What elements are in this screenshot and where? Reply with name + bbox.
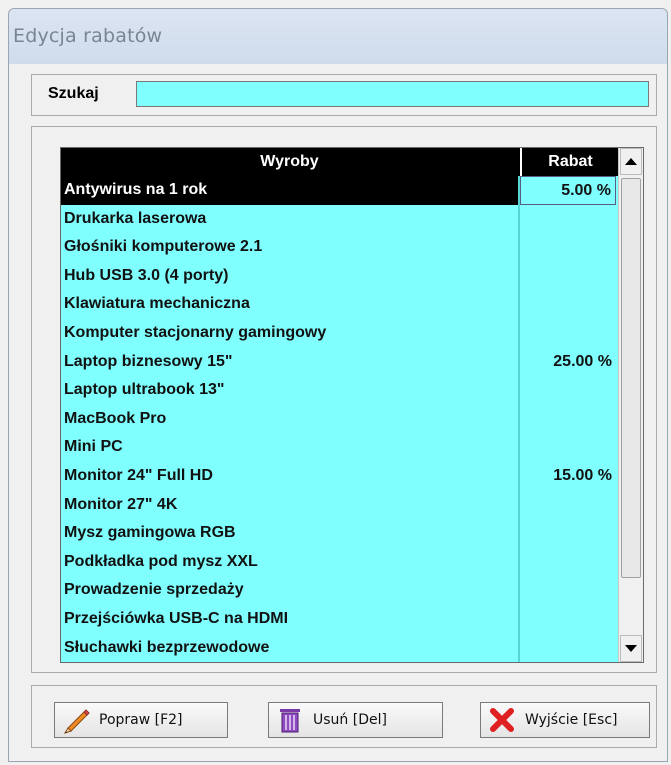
table-row[interactable]: Antywirus na 1 rok 5.00 %: [61, 176, 619, 205]
table-row[interactable]: Hub USB 3.0 (4 porty): [61, 262, 619, 291]
edit-button-label: Popraw [F2]: [99, 712, 183, 728]
discount-cell[interactable]: 25.00 %: [520, 348, 616, 377]
trash-icon: [275, 705, 305, 735]
arrow-up-icon: [625, 158, 637, 165]
delete-button-label: Usuń [Del]: [313, 712, 387, 728]
table-row[interactable]: Głośniki komputerowe 2.1: [61, 233, 619, 262]
scroll-up-button[interactable]: [620, 148, 642, 175]
product-list-panel: Wyroby Rabat Antywirus na 1 rok 5.00 % Dru…: [31, 126, 657, 673]
table-row[interactable]: Prowadzenie sprzedaży: [61, 576, 619, 605]
discount-cell[interactable]: [520, 576, 616, 605]
discount-cell[interactable]: [520, 433, 616, 462]
discount-cell[interactable]: [520, 634, 616, 663]
product-name-cell[interactable]: Drukarka laserowa: [64, 205, 516, 234]
product-name-cell[interactable]: Prowadzenie sprzedaży: [64, 576, 516, 605]
table-row[interactable]: Przejściówka USB-C na HDMI: [61, 605, 619, 634]
search-input[interactable]: [136, 81, 649, 107]
discount-cell[interactable]: [520, 319, 616, 348]
table-row[interactable]: Podkładka pod mysz XXL: [61, 548, 619, 577]
vertical-scrollbar[interactable]: [618, 148, 643, 662]
column-header-discount[interactable]: Rabat: [520, 148, 619, 176]
discount-cell[interactable]: [520, 491, 616, 520]
discount-cell[interactable]: [520, 205, 616, 234]
discount-cell[interactable]: [520, 233, 616, 262]
table-row[interactable]: Monitor 24" Full HD 15.00 %: [61, 462, 619, 491]
product-name-cell[interactable]: Laptop ultrabook 13": [64, 376, 516, 405]
search-panel: Szukaj: [31, 74, 657, 116]
product-name-cell[interactable]: Podkładka pod mysz XXL: [64, 548, 516, 577]
grid-header: Wyroby Rabat: [61, 148, 619, 176]
grid-rows: Antywirus na 1 rok 5.00 % Drukarka laserow…: [61, 176, 619, 662]
table-row[interactable]: Drukarka laserowa: [61, 205, 619, 234]
product-name-cell[interactable]: Klawiatura mechaniczna: [64, 290, 516, 319]
product-name-cell[interactable]: Laptop biznesowy 15": [64, 348, 516, 377]
search-label: Szukaj: [48, 85, 99, 102]
discount-cell[interactable]: 5.00 %: [520, 176, 616, 205]
table-row[interactable]: Mysz gamingowa RGB: [61, 519, 619, 548]
products-grid[interactable]: Wyroby Rabat Antywirus na 1 rok 5.00 % Dru…: [60, 147, 644, 663]
product-name-cell[interactable]: Przejściówka USB-C na HDMI: [64, 605, 516, 634]
discount-cell[interactable]: [520, 290, 616, 319]
exit-button[interactable]: Wyjście [Esc]: [480, 702, 650, 738]
discount-cell[interactable]: [520, 605, 616, 634]
table-row[interactable]: Komputer stacjonarny gamingowy: [61, 319, 619, 348]
product-name-cell[interactable]: Mini PC: [64, 433, 516, 462]
red-x-icon: [487, 705, 517, 735]
column-header-products[interactable]: Wyroby: [61, 148, 518, 176]
product-name-cell[interactable]: Antywirus na 1 rok: [61, 176, 518, 205]
product-name-cell[interactable]: Komputer stacjonarny gamingowy: [64, 319, 516, 348]
title-bar[interactable]: Edycja rabatów: [9, 9, 667, 64]
table-row[interactable]: Laptop ultrabook 13": [61, 376, 619, 405]
edit-button[interactable]: Popraw [F2]: [54, 702, 228, 738]
discount-cell[interactable]: [520, 548, 616, 577]
product-name-cell[interactable]: Monitor 24" Full HD: [64, 462, 516, 491]
discount-cell[interactable]: [520, 376, 616, 405]
pencil-icon: [61, 705, 91, 735]
discount-cell[interactable]: [520, 405, 616, 434]
discount-cell[interactable]: 15.00 %: [520, 462, 616, 491]
window-title: Edycja rabatów: [13, 25, 163, 47]
table-row[interactable]: MacBook Pro: [61, 405, 619, 434]
product-name-cell[interactable]: Słuchawki bezprzewodowe: [64, 634, 516, 663]
arrow-down-icon: [625, 645, 637, 652]
table-row[interactable]: Monitor 27" 4K: [61, 491, 619, 520]
exit-button-label: Wyjście [Esc]: [525, 712, 618, 728]
product-name-cell[interactable]: Monitor 27" 4K: [64, 491, 516, 520]
discount-edit-window: Edycja rabatów Szukaj Wyroby Rabat Antyw…: [8, 8, 668, 762]
scroll-down-button[interactable]: [620, 635, 642, 662]
product-name-cell[interactable]: Głośniki komputerowe 2.1: [64, 233, 516, 262]
table-row[interactable]: Mini PC: [61, 433, 619, 462]
button-panel: Popraw [F2] Usuń [Del] Wyjście [Esc]: [31, 685, 657, 748]
product-name-cell[interactable]: Hub USB 3.0 (4 porty): [64, 262, 516, 291]
table-row[interactable]: Laptop biznesowy 15" 25.00 %: [61, 348, 619, 377]
delete-button[interactable]: Usuń [Del]: [268, 702, 443, 738]
product-name-cell[interactable]: Mysz gamingowa RGB: [64, 519, 516, 548]
table-row[interactable]: Klawiatura mechaniczna: [61, 290, 619, 319]
table-row[interactable]: Słuchawki bezprzewodowe: [61, 634, 619, 663]
discount-cell[interactable]: [520, 262, 616, 291]
scroll-thumb[interactable]: [621, 178, 641, 578]
discount-cell[interactable]: [520, 519, 616, 548]
product-name-cell[interactable]: MacBook Pro: [64, 405, 516, 434]
